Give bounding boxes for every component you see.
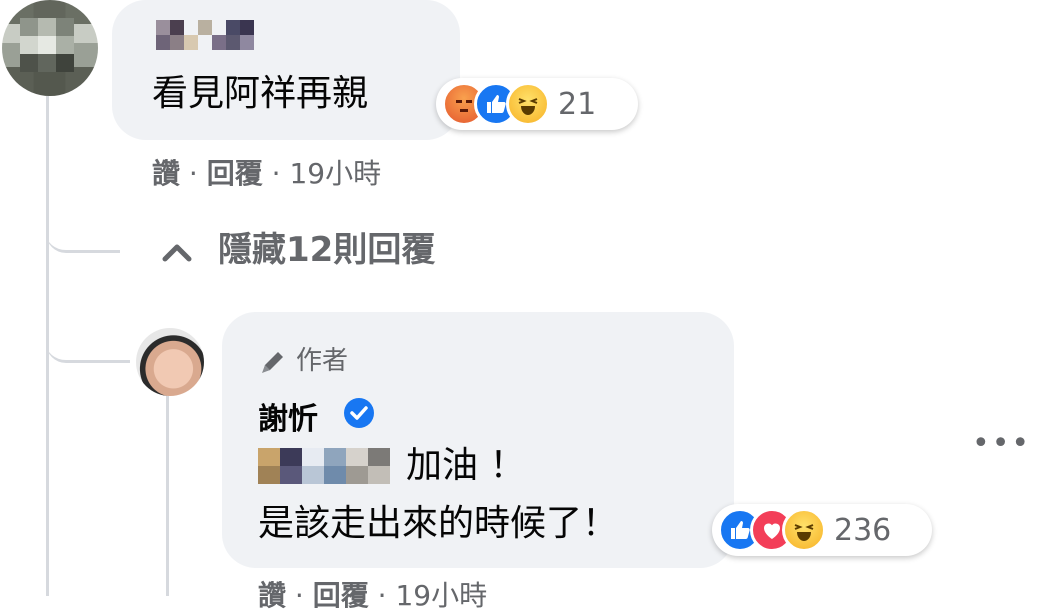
author-name[interactable]: 謝忻 [258,394,318,438]
author-badge-label: 作者 [296,346,349,376]
author-badge: 作者 [258,340,348,377]
haha-icon [782,508,826,552]
separator: · [271,157,290,190]
thread-connector [46,190,120,253]
verified-icon [344,398,374,428]
reactions-summary[interactable]: 236 [712,504,932,556]
mention-redacted[interactable] [258,448,390,484]
chevron-up-icon [162,244,192,261]
hide-replies-label: 隱藏12則回覆 [218,230,436,270]
avatar[interactable] [136,328,204,396]
author-name-redacted[interactable] [156,20,268,50]
like-link[interactable]: 讚 [152,157,180,190]
timestamp[interactable]: 19小時 [289,157,381,190]
reactions-summary[interactable]: 21 [436,78,638,130]
reply-text-line1: 加油 ！ [406,445,526,486]
pencil-icon [262,351,283,373]
reply-thread-line [166,396,169,596]
haha-icon [506,82,550,126]
avatar[interactable] [2,0,98,96]
comment-actions: 讚 · 回覆 · 19小時 [152,152,381,192]
comment-text: 看見阿祥再親 [152,73,369,114]
separator: · [188,157,207,190]
reply-link[interactable]: 回覆 [207,157,263,190]
reaction-count: 236 [834,512,892,548]
more-options-icon[interactable]: ••• [972,426,1031,461]
thread-connector [46,300,130,363]
reaction-count: 21 [558,86,597,122]
reply-text-line2: 是該走出來的時候了！ [258,503,619,544]
reply-actions: 讚 · 回覆 · 19小時 [258,574,487,614]
hide-replies-button[interactable]: 隱藏12則回覆 [160,222,435,271]
